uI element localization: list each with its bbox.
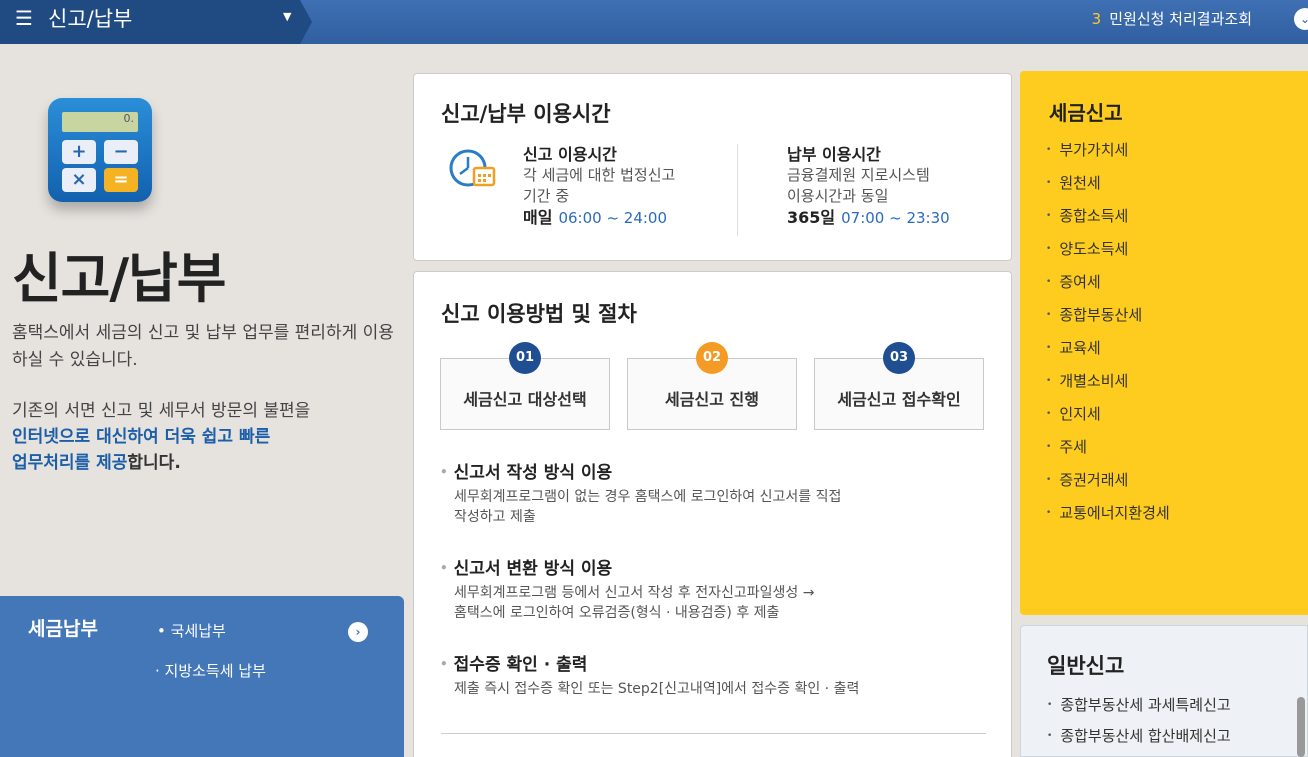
tax-report-item[interactable]: 증여세 — [1046, 271, 1170, 304]
payment-hours-day: 365일 — [787, 208, 836, 227]
general-report-item[interactable]: 종합부동산세 과세특례신고 — [1047, 694, 1230, 725]
receipt-print-desc1: 제출 즉시 접수증 확인 또는 Step2[신고내역]에서 접수증 확인 · 출… — [454, 681, 860, 697]
payment-hours-desc1: 금융결제원 지로시스템 — [787, 166, 930, 184]
top-nav-bar: ☰ 신고/납부 ▼ 3 민원신청 처리결과조회 ⌄ — [0, 0, 1308, 44]
section-title[interactable]: 신고/납부 — [48, 3, 132, 33]
general-report-panel: 일반신고 종합부동산세 과세특례신고 종합부동산세 합산배제신고 — [1020, 625, 1308, 757]
report-hours-title: 신고 이용시간 — [523, 145, 617, 164]
report-hours-block: 신고 이용시간 각 세금에 대한 법정신고 기간 중 매일 06:00 ~ 24:… — [523, 144, 675, 229]
clock-calendar-icon — [449, 149, 496, 187]
tax-payment-panel: 세금납부 • 국세납부 › · 지방소득세 납부 — [0, 596, 404, 757]
tax-report-item[interactable]: 교육세 — [1046, 337, 1170, 370]
intro-benefit-end: 합니다. — [127, 453, 181, 473]
receipt-print-section: 접수증 확인 · 출력 제출 즉시 접수증 확인 또는 Step2[신고내역]에… — [440, 650, 860, 699]
calculator-icon: 0. + − × = — [48, 98, 152, 202]
calculator-display: 0. — [62, 112, 138, 132]
method-convert-desc2: 홈택스에 로그인하여 오류검증(형식 · 내용검증) 후 제출 — [454, 605, 780, 621]
equals-key-icon: = — [104, 168, 138, 192]
menu-icon[interactable]: ☰ — [15, 6, 33, 30]
report-hours-desc2: 기간 중 — [523, 187, 570, 205]
step-number-badge: 02 — [696, 342, 728, 374]
method-convert-title: 신고서 변환 방식 이용 — [440, 554, 814, 579]
minus-key-icon: − — [104, 140, 138, 164]
report-hours-time: 06:00 ~ 24:00 — [558, 209, 668, 227]
intro-description: 홈택스에서 세금의 신고 및 납부 업무를 편리하게 이용하실 수 있습니다. — [12, 323, 394, 370]
payment-hours-desc2: 이용시간과 동일 — [787, 187, 889, 205]
general-report-item[interactable]: 종합부동산세 합산배제신고 — [1047, 725, 1230, 756]
tax-report-item[interactable]: 종합소득세 — [1046, 205, 1170, 238]
report-process-title: 신고 이용방법 및 절차 — [441, 302, 637, 326]
tax-payment-title: 세금납부 — [28, 618, 98, 640]
divider — [441, 733, 986, 734]
step-number-badge: 03 — [883, 342, 915, 374]
method-write-desc2: 작성하고 제출 — [454, 509, 536, 525]
method-write-desc1: 세무회계프로그램이 없는 경우 홈택스에 로그인하여 신고서를 직접 — [454, 489, 842, 505]
local-income-tax-payment-link[interactable]: · 지방소득세 납부 — [155, 660, 266, 681]
method-write-title: 신고서 작성 방식 이용 — [440, 458, 841, 483]
complaint-result-label: 민원신청 처리결과조회 — [1109, 10, 1252, 28]
tax-report-item[interactable]: 개별소비세 — [1046, 370, 1170, 403]
tax-report-list: 부가가치세 원천세 종합소득세 양도소득세 증여세 종합부동산세 교육세 개별소… — [1046, 139, 1170, 535]
multiply-key-icon: × — [62, 168, 96, 192]
tax-report-item[interactable]: 주세 — [1046, 436, 1170, 469]
receipt-print-title: 접수증 확인 · 출력 — [440, 650, 859, 675]
tax-report-item[interactable]: 인지세 — [1046, 403, 1170, 436]
payment-hours-time: 07:00 ~ 23:30 — [841, 209, 950, 227]
intro-benefit-highlight: 인터넷으로 대신하여 더욱 쉽고 빠른 — [12, 427, 271, 447]
tax-report-item[interactable]: 부가가치세 — [1046, 139, 1170, 172]
intro-benefit-text: 기존의 서면 신고 및 세무서 방문의 불편을 인터넷으로 대신하여 더욱 쉽고… — [12, 398, 402, 476]
payment-hours-title: 납부 이용시간 — [787, 145, 881, 164]
tax-report-item[interactable]: 원천세 — [1046, 172, 1170, 205]
tax-report-item[interactable]: 양도소득세 — [1046, 238, 1170, 271]
complaint-count-badge: 3 — [1091, 10, 1102, 28]
method-write-section: 신고서 작성 방식 이용 세무회계프로그램이 없는 경우 홈택스에 로그인하여 … — [440, 458, 842, 527]
tax-report-title: 세금신고 — [1049, 101, 1123, 125]
chevron-down-icon[interactable]: ▼ — [283, 10, 291, 23]
tax-report-item[interactable]: 종합부동산세 — [1046, 304, 1170, 337]
tax-report-item[interactable]: 증권거래세 — [1046, 469, 1170, 502]
page-title: 신고/납부 — [12, 247, 226, 310]
tax-report-panel: 세금신고 부가가치세 원천세 종합소득세 양도소득세 증여세 종합부동산세 교육… — [1020, 71, 1308, 615]
report-hours-desc1: 각 세금에 대한 법정신고 — [523, 166, 676, 184]
payment-hours-block: 납부 이용시간 금융결제원 지로시스템 이용시간과 동일 365일 07:00 ~… — [787, 144, 950, 229]
complaint-result-link[interactable]: 3 민원신청 처리결과조회 — [1092, 8, 1252, 29]
divider — [737, 144, 738, 236]
plus-key-icon: + — [62, 140, 96, 164]
section-menu-dropdown[interactable]: ☰ 신고/납부 ▼ — [0, 0, 312, 44]
method-convert-desc1: 세무회계프로그램 등에서 신고서 작성 후 전자신고파일생성 → — [454, 585, 815, 601]
scrollbar[interactable] — [1297, 697, 1305, 757]
step-number-badge: 01 — [509, 342, 541, 374]
national-tax-payment-link[interactable]: • 국세납부 — [157, 620, 226, 641]
general-report-list: 종합부동산세 과세특례신고 종합부동산세 합산배제신고 — [1047, 694, 1230, 756]
tax-report-item[interactable]: 교통에너지환경세 — [1046, 502, 1169, 535]
intro-benefit-highlight2: 업무처리를 제공 — [12, 453, 128, 473]
method-convert-section: 신고서 변환 방식 이용 세무회계프로그램 등에서 신고서 작성 후 전자신고파… — [440, 554, 815, 623]
report-hours-day: 매일 — [523, 208, 553, 227]
usage-hours-card: 신고/납부 이용시간 신고 이용시간 각 세금에 대한 법정신고 기간 중 매일… — [413, 73, 1012, 261]
general-report-title: 일반신고 — [1047, 654, 1125, 678]
usage-hours-title: 신고/납부 이용시간 — [441, 102, 611, 126]
report-process-card: 신고 이용방법 및 절차 세금신고 대상선택 01 세금신고 진행 02 세금신… — [413, 271, 1012, 757]
expand-circle-icon[interactable]: ⌄ — [1294, 8, 1308, 30]
intro-benefit-line1: 기존의 서면 신고 및 세무서 방문의 불편을 — [12, 401, 311, 421]
chevron-right-icon[interactable]: › — [348, 622, 368, 642]
